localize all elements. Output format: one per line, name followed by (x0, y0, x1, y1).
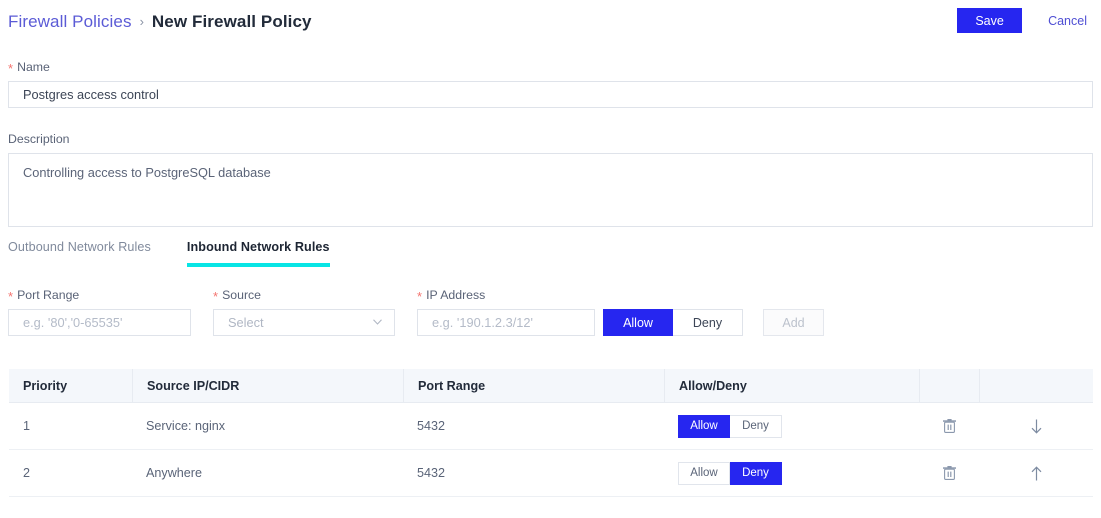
cell-reorder (979, 403, 1093, 449)
move-down-button[interactable] (1029, 418, 1044, 435)
cell-source-ip-cidr: Anywhere (146, 466, 203, 480)
required-asterisk-icon: * (213, 289, 219, 304)
source-label: * Source (213, 288, 395, 304)
network-rules-tabs: Outbound Network Rules Inbound Network R… (8, 240, 330, 267)
row-allow-button[interactable]: Allow (678, 414, 730, 438)
cell-allow-deny: Allow Deny (664, 450, 919, 496)
column-header-delete (919, 369, 979, 402)
row-allow-deny-toggle: Allow Deny (678, 461, 782, 485)
cancel-button[interactable]: Cancel (1046, 14, 1089, 28)
header-actions: Save Cancel (957, 8, 1089, 33)
column-header-allow-deny: Allow/Deny (664, 369, 919, 402)
description-textarea[interactable] (8, 153, 1093, 227)
name-field-group: * Name (8, 60, 1093, 108)
deny-button[interactable]: Deny (673, 309, 743, 336)
cell-port-range: 5432 (417, 419, 446, 433)
ip-address-label-text: IP Address (426, 288, 486, 302)
move-up-button[interactable] (1029, 465, 1044, 482)
breadcrumb: Firewall Policies › New Firewall Policy (8, 12, 312, 32)
name-input[interactable] (8, 81, 1093, 108)
required-asterisk-icon: * (8, 61, 14, 76)
cell-reorder (979, 450, 1093, 496)
row-allow-deny-toggle: Allow Deny (678, 414, 782, 438)
breadcrumb-link-firewall-policies[interactable]: Firewall Policies (8, 12, 132, 32)
column-header-source-ip-cidr: Source IP/CIDR (132, 369, 403, 402)
description-label-text: Description (8, 132, 70, 146)
port-range-input[interactable] (8, 309, 191, 336)
cell-priority: 1 (23, 419, 31, 433)
inbound-rules-table: Priority Source IP/CIDR Port Range Allow… (9, 369, 1093, 497)
ip-address-label: * IP Address (417, 288, 595, 304)
delete-rule-button[interactable] (942, 418, 957, 434)
add-rule-button[interactable]: Add (763, 309, 824, 336)
description-label: Description (8, 132, 1093, 146)
name-label-text: Name (17, 60, 50, 74)
cell-delete (919, 403, 979, 449)
cell-allow-deny: Allow Deny (664, 403, 919, 449)
breadcrumb-separator-icon: › (139, 14, 144, 29)
source-label-text: Source (222, 288, 262, 302)
firewall-policy-page: Firewall Policies › New Firewall Policy … (0, 0, 1101, 518)
table-row: 1 Service: nginx 5432 Allow Deny (9, 403, 1093, 450)
page-title: New Firewall Policy (151, 12, 312, 31)
allow-deny-toggle: Allow Deny (603, 309, 743, 336)
allow-button[interactable]: Allow (603, 309, 673, 336)
source-field-group: * Source Select (213, 288, 395, 336)
ip-address-input[interactable] (417, 309, 595, 336)
cell-priority: 2 (23, 466, 31, 480)
arrow-up-icon (1029, 465, 1044, 482)
column-header-port-range: Port Range (403, 369, 664, 402)
port-range-field-group: * Port Range (8, 288, 191, 336)
table-header-row: Priority Source IP/CIDR Port Range Allow… (9, 369, 1093, 403)
delete-rule-button[interactable] (942, 465, 957, 481)
row-allow-button[interactable]: Allow (678, 461, 730, 485)
cell-delete (919, 450, 979, 496)
ip-address-field-group: * IP Address (417, 288, 595, 336)
source-select[interactable]: Select (213, 309, 395, 336)
rule-entry-row: * Port Range * Source Select * (8, 288, 824, 336)
port-range-label: * Port Range (8, 288, 191, 304)
cell-source-ip-cidr: Service: nginx (146, 419, 226, 433)
row-deny-button[interactable]: Deny (730, 414, 782, 438)
source-select-value: Select (228, 315, 264, 330)
trash-icon (942, 465, 957, 481)
table-row: 2 Anywhere 5432 Allow Deny (9, 450, 1093, 497)
column-header-priority: Priority (23, 378, 68, 393)
port-range-label-text: Port Range (17, 288, 80, 302)
tab-outbound-network-rules[interactable]: Outbound Network Rules (8, 240, 151, 267)
tab-inbound-network-rules[interactable]: Inbound Network Rules (186, 240, 330, 267)
row-deny-button[interactable]: Deny (730, 461, 782, 485)
required-asterisk-icon: * (8, 289, 14, 304)
save-button[interactable]: Save (957, 8, 1023, 33)
required-asterisk-icon: * (417, 289, 423, 304)
arrow-down-icon (1029, 418, 1044, 435)
column-header-reorder (979, 369, 1093, 402)
trash-icon (942, 418, 957, 434)
description-field-group: Description (8, 132, 1093, 232)
chevron-down-icon (371, 315, 384, 331)
page-header: Firewall Policies › New Firewall Policy … (0, 0, 1101, 44)
table-body: 1 Service: nginx 5432 Allow Deny 2 Anywh… (9, 403, 1093, 497)
cell-port-range: 5432 (417, 466, 446, 480)
name-label: * Name (8, 60, 1093, 76)
